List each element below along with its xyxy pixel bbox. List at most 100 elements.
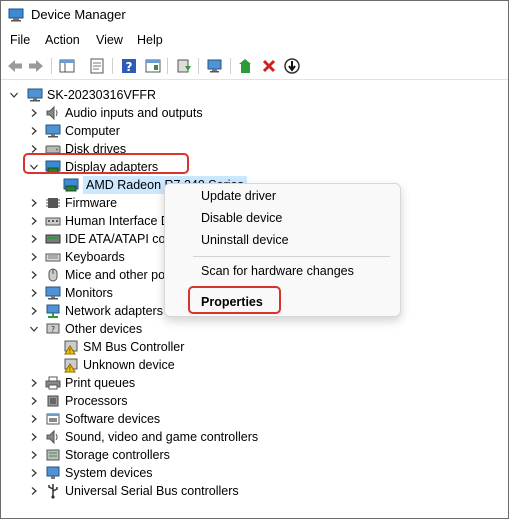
back-arrow-icon[interactable] xyxy=(6,57,24,75)
tree-item[interactable]: System devices xyxy=(31,464,153,482)
system-icon xyxy=(45,465,61,481)
tree-item-label: SM Bus Controller xyxy=(83,340,185,354)
tree-item[interactable]: Universal Serial Bus controllers xyxy=(31,482,239,500)
chevron-right-icon[interactable] xyxy=(29,288,39,298)
chevron-right-icon[interactable] xyxy=(29,252,39,262)
warning-device-icon: ! xyxy=(63,339,79,355)
forward-arrow-icon[interactable] xyxy=(27,57,45,75)
menu-item-uninstall-device[interactable]: Uninstall device xyxy=(201,233,289,247)
menu-item-disable-device[interactable]: Disable device xyxy=(201,211,282,225)
hid-icon xyxy=(45,213,61,229)
chevron-right-icon[interactable] xyxy=(29,234,39,244)
chevron-right-icon[interactable] xyxy=(29,126,39,136)
svg-text:?: ? xyxy=(126,60,133,74)
tree-item-label: Keyboards xyxy=(65,250,125,264)
tree-item[interactable]: Computer xyxy=(31,122,120,140)
action-pane-icon[interactable] xyxy=(144,57,162,75)
chevron-right-icon[interactable] xyxy=(29,396,39,406)
tree-item-label: Audio inputs and outputs xyxy=(65,106,203,120)
chevron-down-icon[interactable] xyxy=(29,324,39,334)
chevron-right-icon[interactable] xyxy=(29,468,39,478)
tree-item[interactable]: Print queues xyxy=(31,374,136,392)
display-adapters-highlight xyxy=(23,153,189,174)
speaker-icon xyxy=(45,429,61,445)
menu-bar: File Action View Help xyxy=(1,31,508,51)
tree-item[interactable]: Network adapters xyxy=(31,302,163,320)
tree-item-label: Software devices xyxy=(65,412,161,426)
window-title: Device Manager xyxy=(31,7,126,22)
svg-text:!: ! xyxy=(69,366,71,373)
chevron-right-icon[interactable] xyxy=(29,270,39,280)
chevron-right-icon[interactable] xyxy=(29,216,39,226)
tree-child-item[interactable]: ! Unknown device xyxy=(63,356,175,374)
chevron-right-icon[interactable] xyxy=(29,486,39,496)
tree-item[interactable]: ? Other devices xyxy=(30,320,143,338)
computer-root-icon xyxy=(27,87,43,103)
monitor-icon xyxy=(45,123,61,139)
tree-item-label: SK-20230316VFFR xyxy=(47,88,157,102)
usb-icon xyxy=(45,483,61,499)
network-icon xyxy=(45,303,61,319)
menu-help[interactable]: Help xyxy=(137,33,163,47)
chevron-right-icon[interactable] xyxy=(29,432,39,442)
ide-icon xyxy=(45,231,61,247)
tree-item-label: System devices xyxy=(65,466,153,480)
speaker-icon xyxy=(45,105,61,121)
tree-item-label: Universal Serial Bus controllers xyxy=(65,484,239,498)
tree-item-label: Computer xyxy=(65,124,120,138)
svg-text:?: ? xyxy=(51,325,55,334)
tree-root-computer[interactable]: SK-20230316VFFR xyxy=(10,86,157,104)
chevron-right-icon[interactable] xyxy=(29,198,39,208)
menu-item-scan-hardware[interactable]: Scan for hardware changes xyxy=(201,264,354,278)
tree-item[interactable]: Sound, video and game controllers xyxy=(31,428,259,446)
tree-item-label: Network adapters xyxy=(65,304,163,318)
disable-device-icon[interactable] xyxy=(283,57,301,75)
display-adapter-icon xyxy=(63,177,79,193)
tree-item-label: Unknown device xyxy=(83,358,175,372)
tree-child-item[interactable]: ! SM Bus Controller xyxy=(63,338,184,356)
mouse-icon xyxy=(45,267,61,283)
tree-item[interactable]: Processors xyxy=(31,392,128,410)
chevron-down-icon[interactable] xyxy=(9,90,19,100)
tree-item[interactable]: Storage controllers xyxy=(31,446,170,464)
tree-item[interactable]: Keyboards xyxy=(31,248,125,266)
menu-item-update-driver[interactable]: Update driver xyxy=(201,189,276,203)
tree-item[interactable]: Firmware xyxy=(31,194,117,212)
tree-item-label: Print queues xyxy=(65,376,136,390)
chevron-right-icon[interactable] xyxy=(29,414,39,424)
processor-icon xyxy=(45,393,61,409)
toolbar: ? xyxy=(1,53,508,80)
update-driver-icon[interactable] xyxy=(175,57,193,75)
chevron-right-icon[interactable] xyxy=(29,108,39,118)
other-devices-icon: ? xyxy=(45,321,61,337)
tree-item-label: Processors xyxy=(65,394,128,408)
software-device-icon xyxy=(45,411,61,427)
warning-device-icon: ! xyxy=(63,357,79,373)
keyboard-icon xyxy=(45,249,61,265)
svg-text:!: ! xyxy=(69,348,71,355)
tree-item[interactable]: Audio inputs and outputs xyxy=(31,104,203,122)
chevron-right-icon[interactable] xyxy=(29,306,39,316)
tree-item-label: Sound, video and game controllers xyxy=(65,430,259,444)
device-manager-window: Device Manager File Action View Help ? S… xyxy=(0,0,509,519)
properties-icon[interactable] xyxy=(88,57,106,75)
add-legacy-hardware-icon[interactable] xyxy=(238,57,256,75)
printer-icon xyxy=(45,375,61,391)
device-manager-app-icon xyxy=(8,8,24,22)
uninstall-device-icon[interactable] xyxy=(260,57,278,75)
context-menu-separator xyxy=(193,256,390,257)
monitor-icon xyxy=(45,285,61,301)
title-bar: Device Manager xyxy=(1,1,508,29)
tree-item[interactable]: Monitors xyxy=(31,284,113,302)
show-hide-console-tree-icon[interactable] xyxy=(58,57,76,75)
menu-action[interactable]: Action xyxy=(45,33,80,47)
tree-item-label: Storage controllers xyxy=(65,448,170,462)
tree-item-label: Other devices xyxy=(65,322,143,336)
help-icon[interactable]: ? xyxy=(120,57,138,75)
tree-item[interactable]: Software devices xyxy=(31,410,161,428)
chevron-right-icon[interactable] xyxy=(29,378,39,388)
menu-view[interactable]: View xyxy=(96,33,123,47)
scan-hardware-icon[interactable] xyxy=(206,57,224,75)
menu-file[interactable]: File xyxy=(10,33,30,47)
chevron-right-icon[interactable] xyxy=(29,450,39,460)
